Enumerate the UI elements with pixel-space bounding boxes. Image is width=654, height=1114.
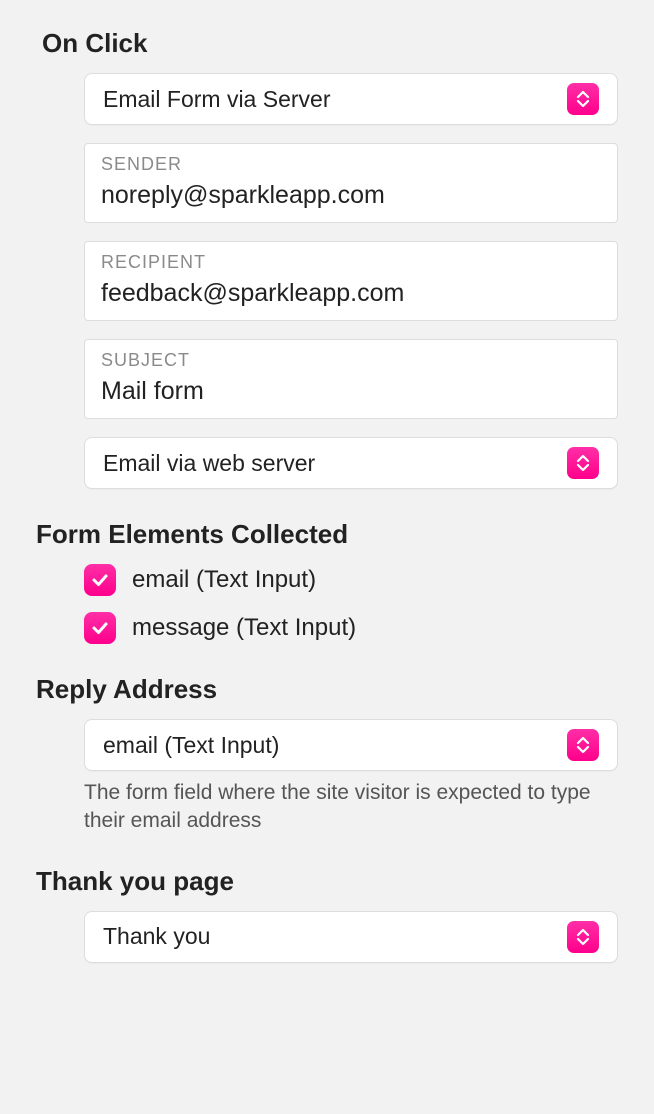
reply-address-heading: Reply Address [36,674,618,705]
form-element-checkbox-email[interactable] [84,564,116,596]
subject-input[interactable] [101,377,601,406]
sender-input[interactable] [101,181,601,210]
form-element-row: email (Text Input) [84,564,618,596]
recipient-label: RECIPIENT [101,252,601,273]
form-element-checkbox-message[interactable] [84,612,116,644]
reply-address-section: Reply Address email (Text Input) The for… [36,674,618,836]
thank-you-section: Thank you page Thank you [36,866,618,963]
form-element-label: email (Text Input) [132,566,316,594]
thank-you-value: Thank you [103,923,567,950]
reply-address-help: The form field where the site visitor is… [84,779,618,836]
subject-label: SUBJECT [101,350,601,371]
on-click-section: On Click Email Form via Server SENDER RE… [36,28,618,489]
thank-you-select[interactable]: Thank you [84,911,618,963]
updown-icon [567,921,599,953]
reply-address-group: email (Text Input) The form field where … [84,719,618,836]
form-element-row: message (Text Input) [84,612,618,644]
form-elements-group: email (Text Input) message (Text Input) [84,564,618,644]
form-elements-heading: Form Elements Collected [36,519,618,550]
reply-address-select[interactable]: email (Text Input) [84,719,618,771]
sender-field[interactable]: SENDER [84,143,618,223]
thank-you-group: Thank you [84,911,618,963]
check-icon [90,570,110,590]
on-click-action-select[interactable]: Email Form via Server [84,73,618,125]
email-method-select[interactable]: Email via web server [84,437,618,489]
sender-label: SENDER [101,154,601,175]
check-icon [90,618,110,638]
recipient-field[interactable]: RECIPIENT [84,241,618,321]
updown-icon [567,447,599,479]
reply-address-value: email (Text Input) [103,732,567,759]
form-elements-section: Form Elements Collected email (Text Inpu… [36,519,618,644]
on-click-group: Email Form via Server SENDER RECIPIENT S… [84,73,618,489]
on-click-action-value: Email Form via Server [103,86,567,113]
email-method-value: Email via web server [103,450,567,477]
form-element-label: message (Text Input) [132,614,356,642]
on-click-heading: On Click [42,28,618,59]
recipient-input[interactable] [101,279,601,308]
subject-field[interactable]: SUBJECT [84,339,618,419]
updown-icon [567,729,599,761]
updown-icon [567,83,599,115]
thank-you-heading: Thank you page [36,866,618,897]
